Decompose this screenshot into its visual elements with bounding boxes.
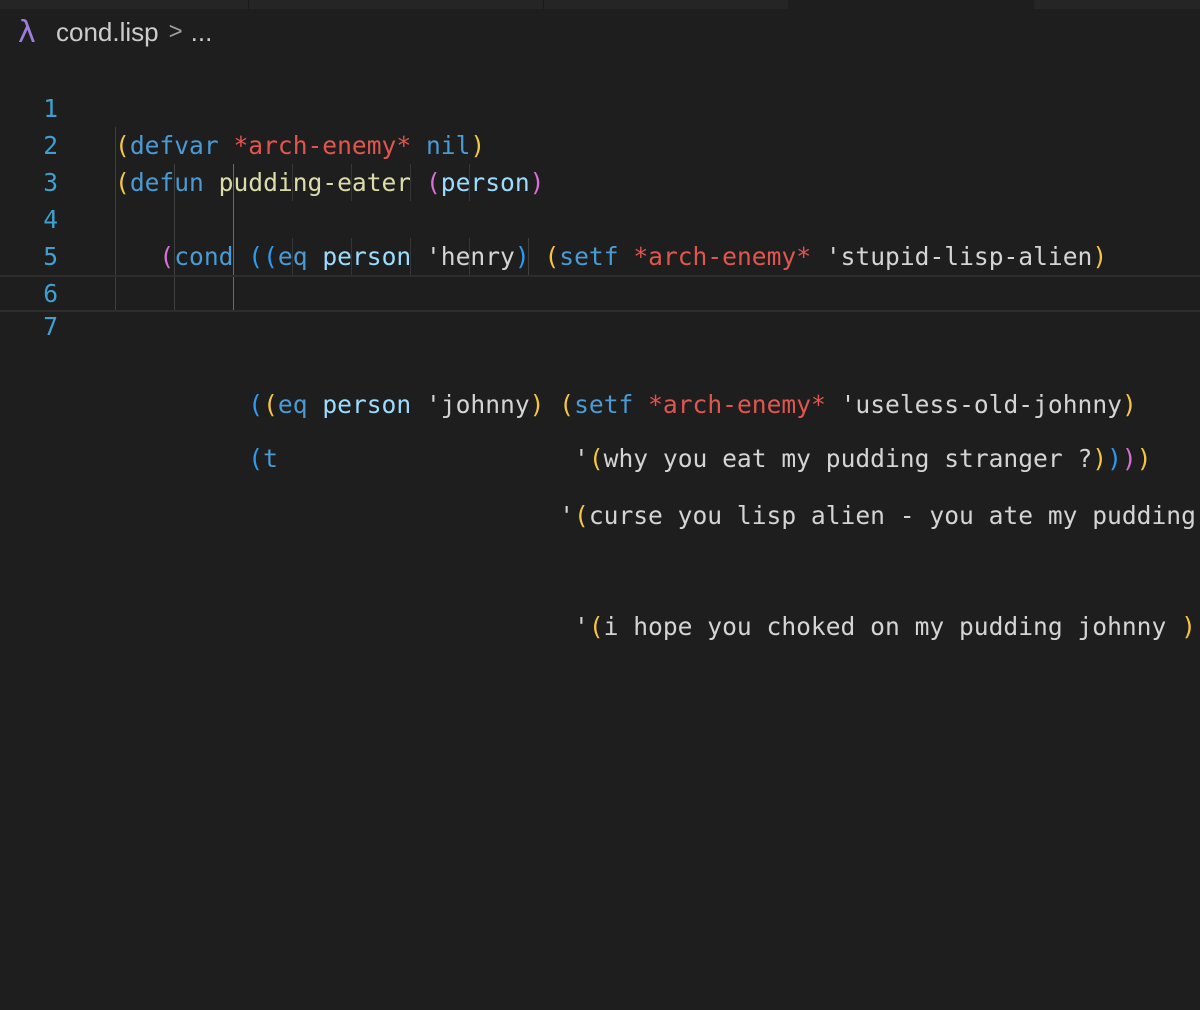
indent-guide: [410, 164, 411, 201]
chevron-right-icon: >: [168, 18, 183, 45]
indent-guide: [233, 164, 234, 201]
breadcrumb-file[interactable]: cond.lisp: [56, 17, 159, 48]
indent-guide: [469, 238, 470, 275]
tab-strip: [0, 0, 1200, 9]
indent-guide: [233, 277, 234, 310]
line-number: 7: [43, 312, 58, 341]
indent-guide: [410, 238, 411, 275]
indent-guide: [174, 238, 175, 275]
lambda-icon: λ: [18, 14, 36, 50]
tab-active[interactable]: [788, 0, 1034, 9]
indent-guide: [115, 127, 116, 164]
code-line[interactable]: 3 (cond ((eq person 'henry) (setf *arch-…: [0, 127, 1200, 271]
code-line[interactable]: 6 '(i hope you choked on my pudding john…: [0, 238, 1200, 641]
code-text: ((eq person 'johnny) (setf *arch-enemy* …: [248, 390, 1137, 419]
tab-separator: [248, 0, 249, 9]
indent-guide: [528, 238, 529, 275]
editor-window: λ cond.lisp > ... 1 (defvar *arch-enemy*…: [0, 0, 1200, 1010]
indent-guide: [469, 164, 470, 201]
code-line[interactable]: 1 (defvar *arch-enemy* nil): [0, 53, 1200, 160]
indent-guide: [174, 277, 175, 310]
indent-guide: [233, 201, 234, 238]
code-text: (t '(why you eat my pudding stranger ?))…: [248, 444, 1152, 473]
indent-guide: [115, 201, 116, 238]
code-line[interactable]: 4 '(curse you lisp alien - you ate my pu…: [0, 164, 1200, 530]
code-line-current[interactable]: 7 (t '(why you eat my pudding stranger ?…: [0, 275, 1200, 473]
code-line[interactable]: 2 (defun pudding-eater (person): [0, 90, 1200, 197]
indent-guide: [115, 277, 116, 310]
indent-guide: [233, 238, 234, 275]
code-editor[interactable]: 1 (defvar *arch-enemy* nil) 2 (defun pud…: [0, 53, 1200, 641]
tab-separator: [543, 0, 544, 9]
code-text: '(i hope you choked on my pudding johnny…: [115, 612, 1200, 641]
indent-guide: [292, 164, 293, 201]
indent-guide: [115, 164, 116, 201]
indent-guide: [174, 164, 175, 201]
indent-guide: [292, 238, 293, 275]
breadcrumb: λ cond.lisp > ...: [18, 14, 212, 50]
indent-guide: [115, 238, 116, 275]
indent-guide: [174, 201, 175, 238]
code-line[interactable]: 5 ((eq person 'johnny) (setf *arch-enemy…: [0, 201, 1200, 419]
indent-guide: [351, 164, 352, 201]
indent-guide: [351, 238, 352, 275]
breadcrumb-more[interactable]: ...: [191, 17, 213, 48]
code-text: '(curse you lisp alien - you ate my pudd…: [115, 501, 1200, 530]
